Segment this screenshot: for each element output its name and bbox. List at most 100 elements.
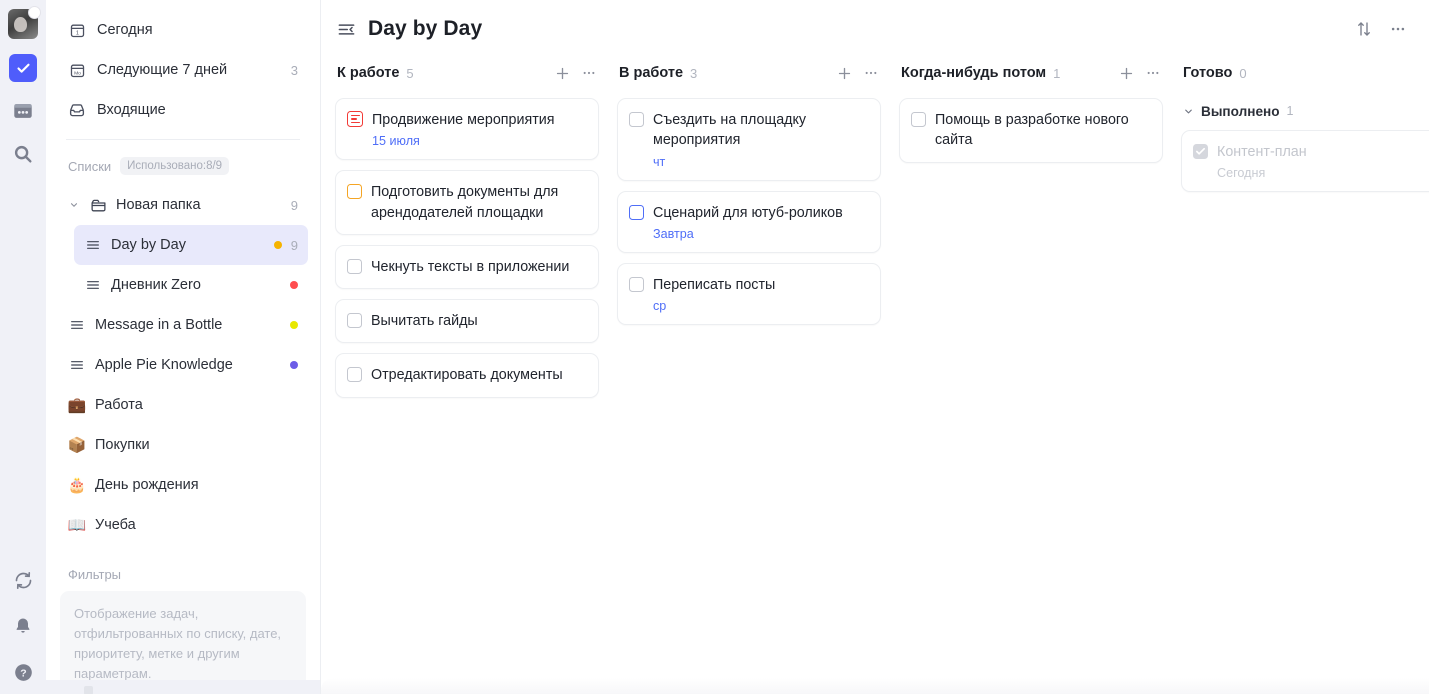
task-card-body: Контент-план Сегодня <box>1217 142 1429 180</box>
chevron-down-icon[interactable] <box>68 200 80 210</box>
task-card[interactable]: Съездить на площадку мероприятия чт <box>617 98 881 181</box>
column-header: Когда-нибудь потом 1 <box>899 58 1181 88</box>
add-task-button[interactable] <box>834 63 854 83</box>
task-title: Вычитать гайды <box>371 311 586 331</box>
task-due-date[interactable]: Сегодня <box>1217 166 1429 180</box>
task-card[interactable]: Вычитать гайды <box>335 299 599 343</box>
task-card[interactable]: Помощь в разработке нового сайта <box>899 98 1163 163</box>
icon-rail: ? <box>0 0 46 694</box>
sync-icon[interactable] <box>9 566 37 594</box>
task-card[interactable]: Переписать посты ср <box>617 263 881 325</box>
completed-group-count: 1 <box>1287 104 1294 118</box>
sidebar-item-label: День рождения <box>95 477 298 493</box>
task-title: Продвижение мероприятия <box>372 110 586 130</box>
task-card[interactable]: Подготовить документы для арендодателей … <box>335 170 599 235</box>
sort-icon[interactable] <box>1351 16 1377 42</box>
board-column-kogda-nibud-potom: Когда-нибудь потом 1 Помощь в разработк <box>899 58 1181 694</box>
column-count: 0 <box>1239 66 1246 81</box>
task-card-body: Подготовить документы для арендодателей … <box>371 182 586 223</box>
task-checkbox[interactable] <box>629 205 644 220</box>
task-due-date[interactable]: 15 июля <box>372 134 586 148</box>
folder-icon <box>89 197 107 214</box>
add-task-button[interactable] <box>1425 63 1429 83</box>
calendar-icon[interactable] <box>9 97 37 125</box>
tasks-icon[interactable] <box>9 54 37 82</box>
column-title: В работе <box>619 65 683 81</box>
add-task-button[interactable] <box>552 63 572 83</box>
rail-top-group <box>8 0 38 168</box>
board-column-v-rabote: В работе 3 Съездить на площадку меропри <box>617 58 899 694</box>
task-due-date[interactable]: чт <box>653 155 868 169</box>
list-icon <box>68 317 86 333</box>
column-more-options-icon[interactable] <box>579 63 599 83</box>
lists-usage-badge: Использовано:8/9 <box>120 157 229 175</box>
sidebar-folder-label: Новая папка <box>116 197 282 213</box>
chevron-down-icon[interactable] <box>1183 106 1194 117</box>
task-checkbox[interactable] <box>347 259 362 274</box>
task-due-date[interactable]: ср <box>653 299 868 313</box>
task-card[interactable]: Чекнуть тексты в приложении <box>335 245 599 289</box>
sidebar-item-label: Message in a Bottle <box>95 317 281 333</box>
sidebar-folder-new-folder[interactable]: Новая папка 9 <box>58 185 308 225</box>
notifications-bell-icon[interactable] <box>9 612 37 640</box>
note-list-icon[interactable] <box>347 111 363 127</box>
sidebar-folder-count: 9 <box>291 198 298 213</box>
sidebar-item-label: Дневник Zero <box>111 277 281 293</box>
board-column-k-rabote: К работе 5 Продвижение мероприятия <box>335 58 617 694</box>
sidebar-item-today[interactable]: 1 Сегодня <box>58 10 308 50</box>
column-title: К работе <box>337 65 399 81</box>
task-card[interactable]: Продвижение мероприятия 15 июля <box>335 98 599 160</box>
task-checkbox[interactable] <box>911 112 926 127</box>
completed-group-header[interactable]: Выполнено 1 <box>1181 98 1429 124</box>
sidebar-item-next-7-days[interactable]: Mo Следующие 7 дней 3 <box>58 50 308 90</box>
task-card[interactable]: Контент-план Сегодня <box>1181 130 1429 192</box>
sidebar-item-pokupki[interactable]: 📦 Покупки <box>58 425 308 465</box>
collapse-sidebar-icon[interactable] <box>335 18 357 40</box>
add-task-button[interactable] <box>1116 63 1136 83</box>
help-icon[interactable]: ? <box>9 658 37 686</box>
sidebar-item-label: Следующие 7 дней <box>97 62 280 78</box>
search-icon[interactable] <box>9 140 37 168</box>
svg-text:?: ? <box>20 667 26 679</box>
sidebar-item-rabota[interactable]: 💼 Работа <box>58 385 308 425</box>
task-card-body: Чекнуть тексты в приложении <box>371 257 586 277</box>
task-card-body: Переписать посты ср <box>653 275 868 313</box>
column-more-options-icon[interactable] <box>861 63 881 83</box>
task-card[interactable]: Сценарий для ютуб-роликов Завтра <box>617 191 881 253</box>
sidebar-item-count: 3 <box>291 63 298 78</box>
app-root: ? 1 Сегодня Mo Следующие 7 дней 3 Входящ… <box>0 0 1429 694</box>
list-color-dot <box>290 281 298 289</box>
task-checkbox[interactable] <box>347 184 362 199</box>
sidebar-bottom-cutoff <box>46 680 320 694</box>
svg-text:1: 1 <box>75 30 78 36</box>
sidebar-item-label: Работа <box>95 397 298 413</box>
task-checkbox[interactable] <box>347 313 362 328</box>
calendar-week-icon: Mo <box>68 61 86 79</box>
more-options-icon[interactable] <box>1385 16 1411 42</box>
column-cards: Выполнено 1 Контент-план Сегодня <box>1181 88 1429 192</box>
task-title: Подготовить документы для арендодателей … <box>371 182 586 223</box>
task-checkbox[interactable] <box>629 277 644 292</box>
column-more-options-icon[interactable] <box>1143 63 1163 83</box>
sidebar-item-label: Day by Day <box>111 237 265 253</box>
sidebar-divider <box>66 139 300 140</box>
sidebar-item-day-by-day[interactable]: Day by Day 9 <box>74 225 308 265</box>
package-icon: 📦 <box>68 438 86 453</box>
sidebar-item-ucheba[interactable]: 📖 Учеба <box>58 505 308 545</box>
board-topbar: Day by Day <box>321 0 1429 58</box>
sidebar-item-apple-pie-knowledge[interactable]: Apple Pie Knowledge <box>58 345 308 385</box>
sidebar-item-inbox[interactable]: Входящие <box>58 90 308 130</box>
board-panel: Day by Day К работе 5 <box>321 0 1429 694</box>
column-count: 3 <box>690 66 697 81</box>
sidebar-item-dnevnik-zero[interactable]: Дневник Zero <box>74 265 308 305</box>
sidebar-item-den-rozhdeniya[interactable]: 🎂 День рождения <box>58 465 308 505</box>
task-checkbox[interactable] <box>1193 144 1208 159</box>
task-card[interactable]: Отредактировать документы <box>335 353 599 397</box>
sidebar-item-label: Apple Pie Knowledge <box>95 357 281 373</box>
task-due-date[interactable]: Завтра <box>653 227 868 241</box>
user-avatar[interactable] <box>8 9 38 39</box>
task-checkbox[interactable] <box>629 112 644 127</box>
sidebar-item-message-in-a-bottle[interactable]: Message in a Bottle <box>58 305 308 345</box>
task-checkbox[interactable] <box>347 367 362 382</box>
task-title: Съездить на площадку мероприятия <box>653 110 868 151</box>
